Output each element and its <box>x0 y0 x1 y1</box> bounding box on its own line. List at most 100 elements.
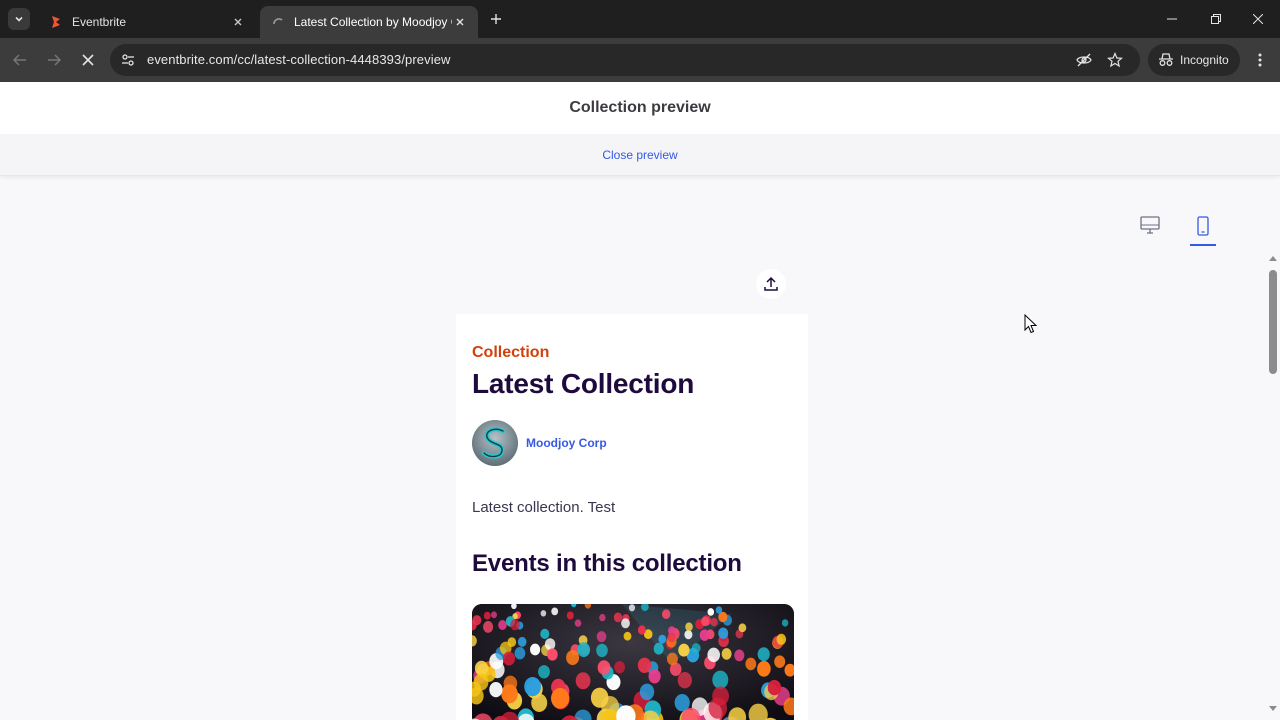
tab-eventbrite[interactable]: Eventbrite <box>38 6 256 38</box>
incognito-badge[interactable]: Incognito <box>1148 44 1240 76</box>
incognito-label: Incognito <box>1180 53 1229 67</box>
scroll-down-arrow-icon[interactable] <box>1269 706 1277 711</box>
balloon <box>596 631 607 643</box>
balloon <box>514 647 526 660</box>
balloon <box>684 630 693 640</box>
close-preview-bar: Close preview <box>0 134 1280 176</box>
balloon <box>613 612 623 623</box>
mobile-phone-icon <box>1197 216 1209 236</box>
back-button[interactable] <box>8 48 32 72</box>
arrow-right-icon <box>48 54 61 66</box>
balloon <box>666 652 678 666</box>
collection-description: Latest collection. Test <box>472 499 616 516</box>
mouse-cursor-icon <box>1024 314 1038 334</box>
restore-window-button[interactable] <box>1194 0 1238 38</box>
new-tab-button[interactable] <box>486 9 506 29</box>
desktop-view-button[interactable] <box>1137 212 1163 246</box>
balloon <box>566 611 574 620</box>
balloon <box>667 632 676 643</box>
site-info-icon[interactable] <box>120 52 136 68</box>
browser-toolbar: eventbrite.com/cc/latest-collection-4448… <box>0 38 1280 82</box>
tab-search-button[interactable] <box>8 8 30 30</box>
balloon <box>623 631 632 641</box>
more-vertical-icon <box>1258 53 1262 67</box>
minimize-icon <box>1167 18 1177 20</box>
balloon <box>699 629 710 641</box>
balloon <box>538 665 550 679</box>
balloon <box>590 687 609 708</box>
balloon <box>524 677 541 697</box>
events-section-heading: Events in this collection <box>472 550 742 577</box>
balloon <box>721 648 732 660</box>
balloon <box>510 619 520 631</box>
balloon <box>678 643 690 657</box>
forward-button[interactable] <box>42 48 66 72</box>
balloon <box>662 609 671 620</box>
balloon <box>653 642 664 655</box>
balloon <box>639 683 655 701</box>
balloon <box>473 673 489 691</box>
balloon <box>547 648 558 661</box>
balloon <box>712 670 729 689</box>
close-window-button[interactable] <box>1236 0 1280 38</box>
share-button[interactable] <box>756 269 786 299</box>
balloon <box>551 607 559 616</box>
eye-off-icon[interactable] <box>1076 52 1092 68</box>
balloon <box>658 634 667 644</box>
balloon <box>540 610 547 617</box>
organizer-logo-icon <box>472 420 518 466</box>
balloon <box>597 660 611 675</box>
event-card-image[interactable] <box>472 604 794 720</box>
balloon <box>472 615 482 626</box>
balloon <box>712 686 729 706</box>
scroll-up-arrow-icon[interactable] <box>1269 256 1277 261</box>
balloon <box>757 660 771 677</box>
balloon <box>707 647 720 663</box>
tab-title: Latest Collection by Moodjoy C <box>294 15 452 29</box>
balloon <box>781 619 789 627</box>
balloon <box>628 604 636 612</box>
close-preview-link[interactable]: Close preview <box>602 148 677 162</box>
tab-latest-collection[interactable]: Latest Collection by Moodjoy C <box>260 6 478 38</box>
loading-favicon-icon <box>270 14 286 30</box>
close-tab-icon[interactable] <box>230 14 246 30</box>
organizer-name-link[interactable]: Moodjoy Corp <box>526 436 607 450</box>
scrollbar-thumb[interactable] <box>1269 270 1277 374</box>
balloon <box>540 628 550 639</box>
balloon <box>774 655 786 668</box>
balloon <box>599 613 606 622</box>
balloon <box>701 616 710 627</box>
page-title: Collection preview <box>569 99 711 116</box>
mobile-view-button[interactable] <box>1190 212 1216 246</box>
balloon <box>596 643 608 658</box>
stop-loading-button[interactable] <box>76 48 100 72</box>
browser-tab-strip: Eventbrite Latest Collection by Moodjoy … <box>0 0 1280 38</box>
balloon <box>637 625 646 635</box>
chevron-down-icon <box>15 16 23 22</box>
balloon <box>691 643 701 654</box>
collection-preview-card: Collection Latest Collection Moodjoy Cor… <box>456 314 808 720</box>
balloon <box>566 650 580 666</box>
balloon <box>544 638 556 651</box>
balloon <box>767 679 782 696</box>
balloon <box>745 657 757 671</box>
star-icon[interactable] <box>1107 52 1123 68</box>
balloon <box>502 651 516 666</box>
balloons-image <box>472 604 794 720</box>
organizer-avatar[interactable] <box>472 420 518 466</box>
plus-icon <box>491 14 501 24</box>
close-tab-icon[interactable] <box>452 14 468 30</box>
minimize-window-button[interactable] <box>1150 0 1194 38</box>
url-text: eventbrite.com/cc/latest-collection-4448… <box>147 52 451 67</box>
balloon <box>530 643 541 656</box>
balloon <box>738 623 747 633</box>
balloon <box>551 687 570 709</box>
page-scrollbar[interactable] <box>1266 254 1280 720</box>
browser-menu-button[interactable] <box>1250 50 1270 70</box>
incognito-icon <box>1159 53 1173 66</box>
balloon <box>715 606 723 614</box>
close-icon <box>1253 14 1263 24</box>
balloon <box>776 633 787 645</box>
address-bar[interactable]: eventbrite.com/cc/latest-collection-4448… <box>110 44 1140 76</box>
balloon <box>489 682 503 698</box>
